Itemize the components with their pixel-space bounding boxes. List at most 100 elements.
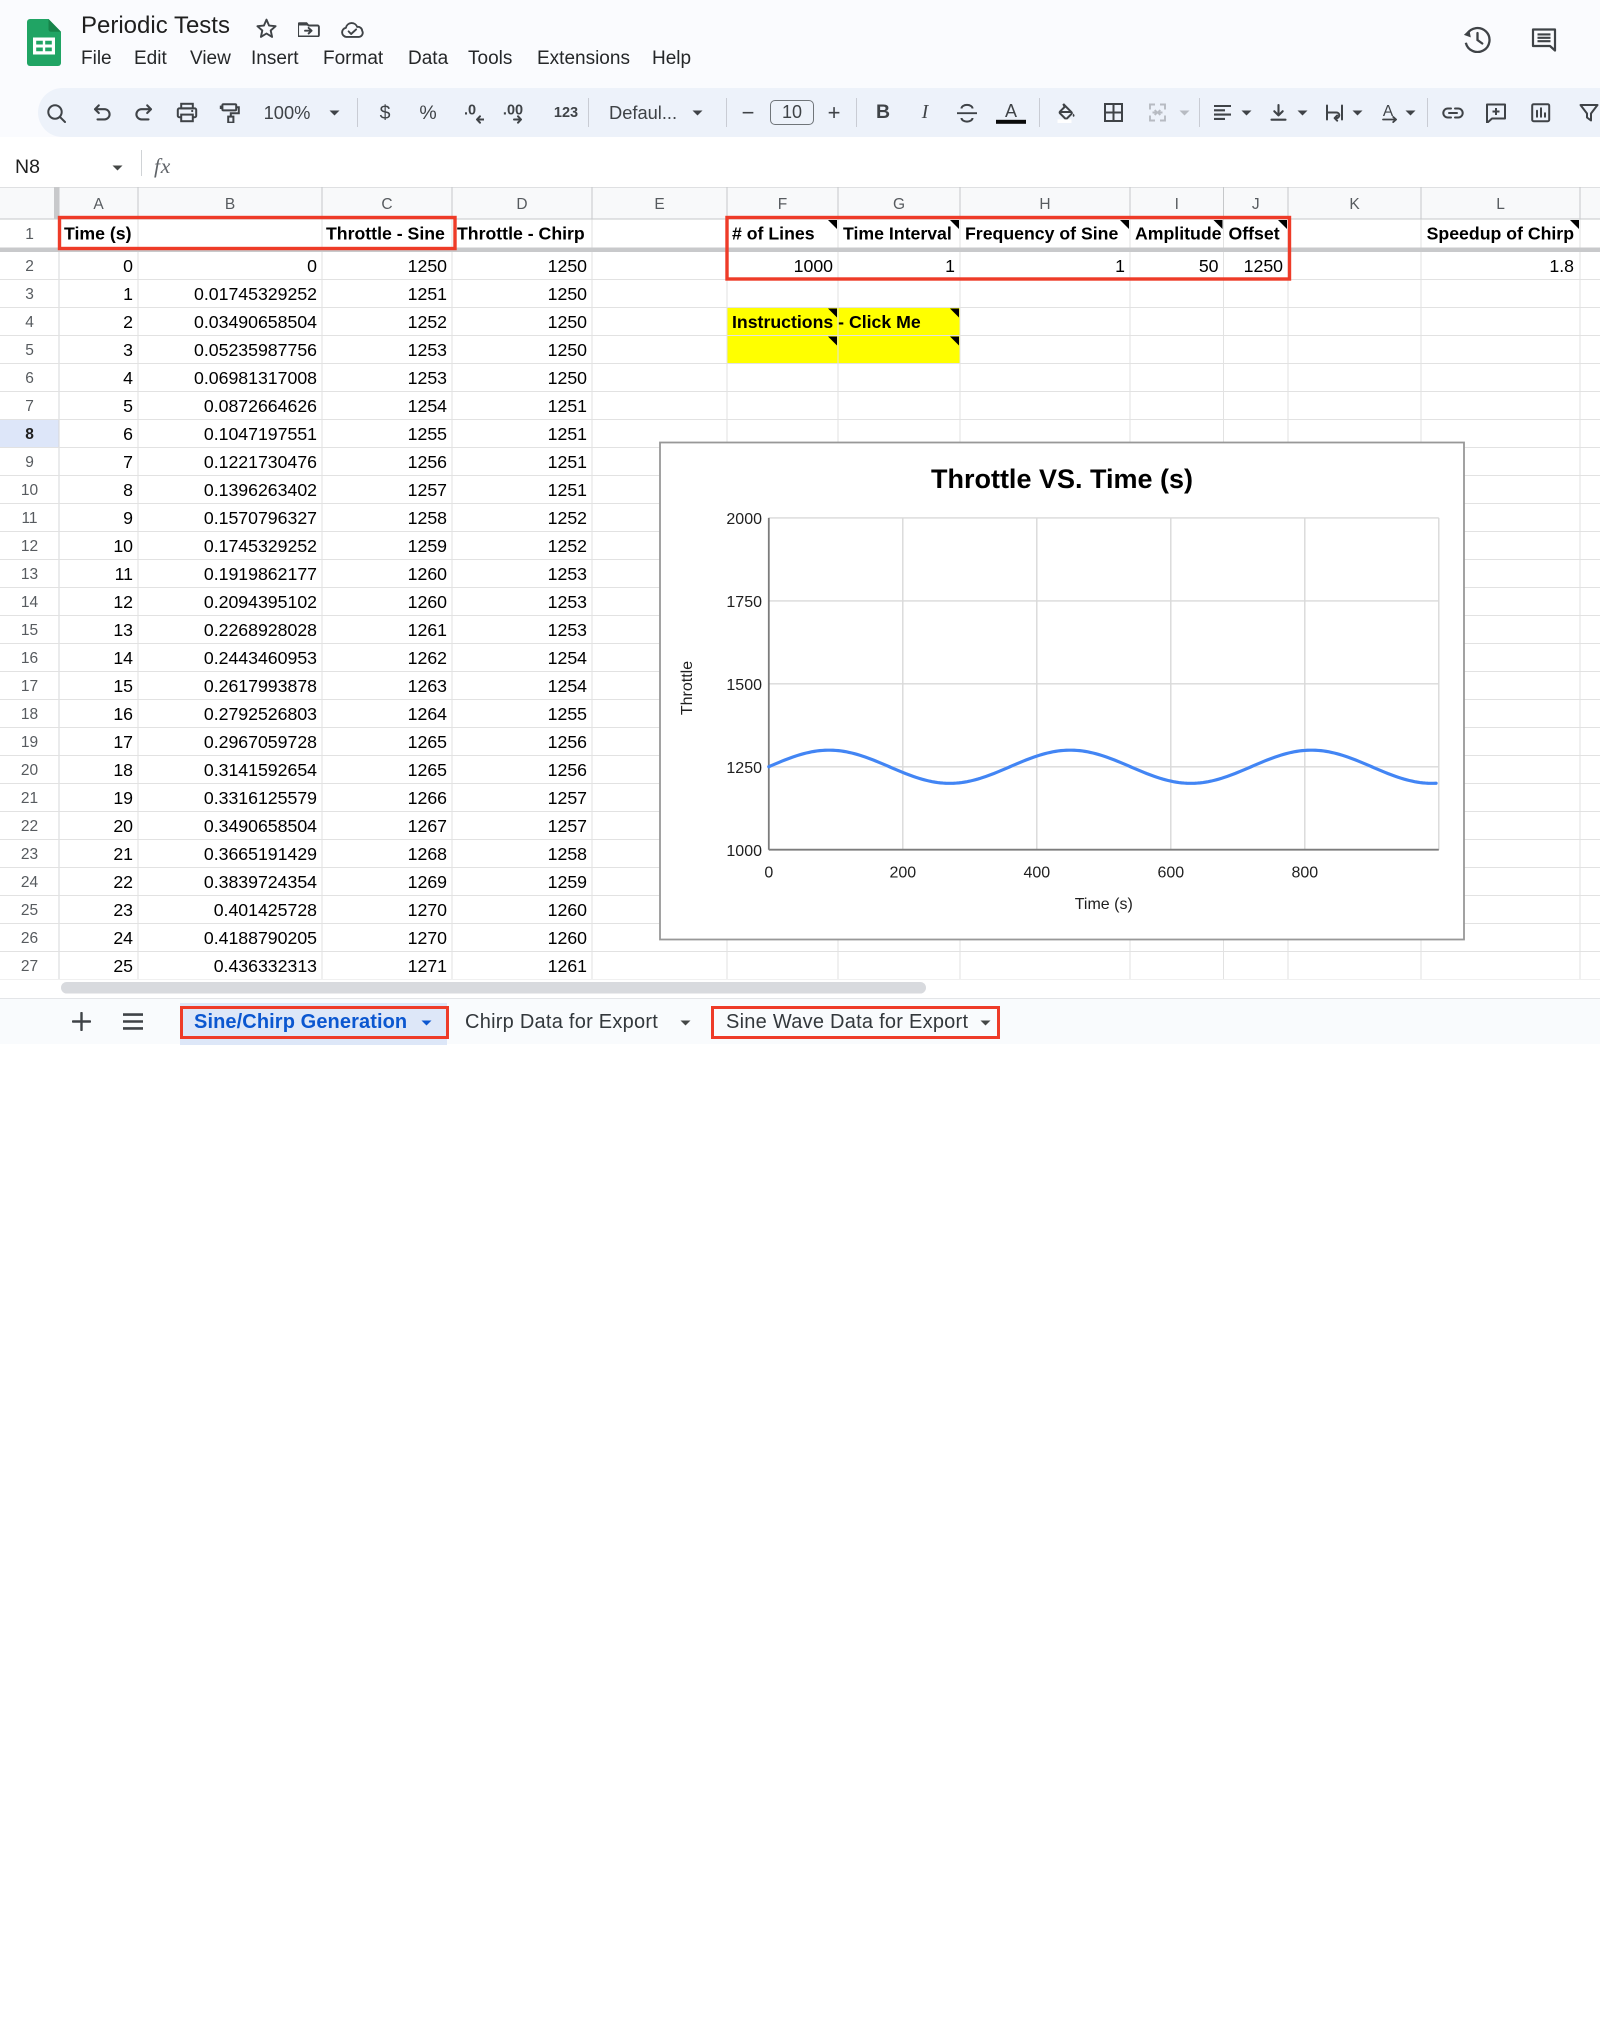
svg-text:0.3316125579: 0.3316125579	[204, 788, 317, 808]
svg-text:800: 800	[1291, 865, 1318, 882]
svg-text:E: E	[654, 196, 664, 213]
svg-text:# of Lines: # of Lines	[732, 224, 815, 244]
svg-text:1271: 1271	[408, 956, 447, 976]
svg-text:1251: 1251	[548, 396, 587, 416]
svg-text:3: 3	[25, 286, 34, 303]
svg-text:0.2617993878: 0.2617993878	[204, 676, 317, 696]
svg-text:1269: 1269	[408, 872, 447, 892]
svg-text:1257: 1257	[548, 788, 587, 808]
svg-text:22: 22	[21, 818, 38, 835]
svg-text:0.1570796327: 0.1570796327	[204, 508, 317, 528]
svg-text:25: 25	[21, 902, 38, 919]
svg-text:20: 20	[113, 816, 133, 836]
svg-text:10: 10	[21, 482, 39, 499]
svg-text:14: 14	[21, 594, 39, 611]
svg-text:1258: 1258	[408, 508, 448, 528]
svg-text:25: 25	[113, 956, 133, 976]
svg-text:17: 17	[21, 678, 38, 695]
svg-text:Time Interval: Time Interval	[843, 224, 952, 244]
svg-text:Throttle - Sine: Throttle - Sine	[326, 224, 445, 244]
svg-text:1259: 1259	[548, 872, 587, 892]
svg-text:1: 1	[123, 284, 133, 304]
svg-text:5: 5	[123, 396, 133, 416]
svg-text:K: K	[1349, 196, 1360, 213]
svg-text:0.06981317008: 0.06981317008	[194, 368, 317, 388]
svg-text:1263: 1263	[408, 676, 448, 696]
svg-text:1253: 1253	[408, 368, 448, 388]
svg-text:0.401425728: 0.401425728	[214, 900, 317, 920]
svg-text:H: H	[1039, 196, 1050, 213]
svg-text:0.2443460953: 0.2443460953	[204, 648, 317, 668]
svg-text:15: 15	[113, 676, 133, 696]
svg-text:0: 0	[123, 256, 133, 276]
svg-text:1270: 1270	[408, 900, 448, 920]
svg-text:0.2268928028: 0.2268928028	[204, 620, 317, 640]
svg-text:1000: 1000	[794, 256, 834, 276]
svg-text:Time (s): Time (s)	[64, 224, 132, 244]
svg-text:0.1745329252: 0.1745329252	[204, 536, 317, 556]
svg-text:23: 23	[113, 900, 133, 920]
svg-text:1253: 1253	[548, 592, 588, 612]
svg-text:5: 5	[25, 342, 34, 359]
svg-text:16: 16	[21, 650, 38, 667]
svg-text:1259: 1259	[408, 536, 447, 556]
svg-text:0.2094395102: 0.2094395102	[204, 592, 317, 612]
svg-text:2000: 2000	[726, 511, 762, 528]
svg-text:Throttle VS. Time (s): Throttle VS. Time (s)	[931, 464, 1193, 494]
svg-text:1265: 1265	[408, 760, 448, 780]
svg-text:18: 18	[113, 760, 133, 780]
svg-text:Frequency of Sine: Frequency of Sine	[965, 224, 1118, 244]
svg-text:200: 200	[889, 865, 916, 882]
svg-text:2: 2	[25, 258, 34, 275]
svg-text:19: 19	[113, 788, 133, 808]
svg-text:G: G	[893, 196, 905, 213]
svg-text:Amplitude: Amplitude	[1135, 224, 1222, 244]
svg-text:1266: 1266	[408, 788, 448, 808]
svg-text:1267: 1267	[408, 816, 447, 836]
svg-text:23: 23	[21, 846, 38, 863]
svg-text:1252: 1252	[548, 508, 587, 528]
svg-text:Instructions - Click Me: Instructions - Click Me	[732, 312, 921, 332]
svg-text:0.1221730476: 0.1221730476	[204, 452, 317, 472]
svg-text:400: 400	[1023, 865, 1050, 882]
svg-text:15: 15	[21, 622, 38, 639]
svg-text:0.1047197551: 0.1047197551	[204, 424, 317, 444]
svg-text:600: 600	[1157, 865, 1184, 882]
svg-text:1256: 1256	[408, 452, 448, 472]
svg-text:1250: 1250	[548, 284, 588, 304]
svg-text:1256: 1256	[548, 760, 588, 780]
svg-text:1250: 1250	[548, 256, 588, 276]
svg-text:1255: 1255	[408, 424, 448, 444]
svg-text:1257: 1257	[548, 816, 587, 836]
svg-text:1253: 1253	[548, 620, 588, 640]
svg-text:1254: 1254	[408, 396, 448, 416]
svg-text:0.436332313: 0.436332313	[214, 956, 317, 976]
svg-text:Speedup of Chirp: Speedup of Chirp	[1427, 224, 1575, 244]
svg-text:1250: 1250	[408, 256, 448, 276]
svg-text:$: $	[380, 102, 391, 124]
svg-text:1260: 1260	[548, 900, 588, 920]
svg-text:Time (s): Time (s)	[1075, 896, 1133, 913]
svg-text:22: 22	[113, 872, 133, 892]
svg-text:1500: 1500	[726, 677, 762, 694]
svg-text:0.0872664626: 0.0872664626	[204, 396, 317, 416]
svg-text:1261: 1261	[548, 956, 587, 976]
svg-text:8: 8	[25, 426, 34, 443]
svg-text:1250: 1250	[548, 312, 588, 332]
svg-text:C: C	[381, 196, 392, 213]
svg-text:0.2792526803: 0.2792526803	[204, 704, 317, 724]
svg-text:0.2967059728: 0.2967059728	[204, 732, 317, 752]
svg-text:1252: 1252	[408, 312, 447, 332]
svg-text:1253: 1253	[408, 340, 448, 360]
svg-text:9: 9	[25, 454, 34, 471]
svg-text:0.01745329252: 0.01745329252	[194, 284, 317, 304]
svg-text:1253: 1253	[548, 564, 588, 584]
svg-text:.0: .0	[464, 102, 476, 118]
svg-text:1.8: 1.8	[1549, 256, 1574, 276]
svg-text:20: 20	[21, 762, 39, 779]
svg-text:21: 21	[113, 844, 133, 864]
svg-text:1255: 1255	[548, 704, 588, 724]
svg-text:0.03490658504: 0.03490658504	[194, 312, 317, 332]
svg-text:26: 26	[21, 930, 38, 947]
svg-text:16: 16	[113, 704, 133, 724]
